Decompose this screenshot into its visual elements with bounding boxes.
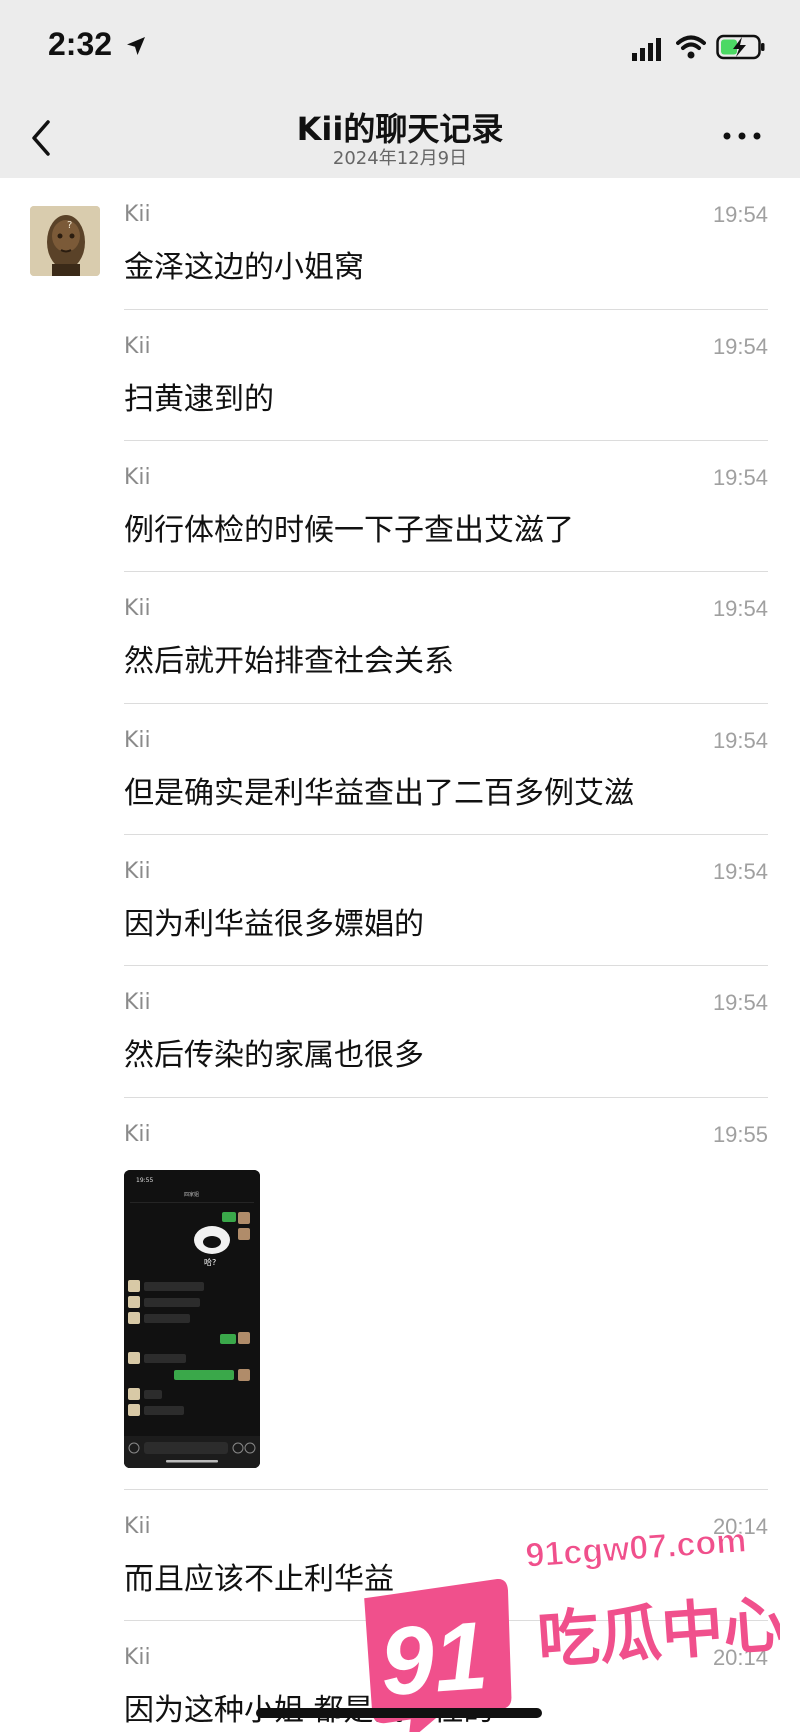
message-time: 19:55 xyxy=(712,1122,768,1147)
message-text: 但是确实是利华益查出了二百多例艾滋 xyxy=(124,776,634,811)
message-time: 19:54 xyxy=(712,334,768,359)
message-sender: Kii xyxy=(124,1122,151,1147)
page-subtitle-date: 2024年12月9日 xyxy=(332,148,468,169)
message-time: 19:54 xyxy=(712,202,768,227)
message-item: Kii 19:54 但是确实是利华益查出了二百多例艾滋 xyxy=(124,704,768,835)
message-sender: Kii xyxy=(124,334,151,359)
message-sender: Kii xyxy=(124,596,151,621)
message-text: 然后传染的家属也很多 xyxy=(124,1038,424,1073)
message-text: 例行体检的时候一下子查出艾滋了 xyxy=(124,513,574,548)
nav-bar: Kii的聊天记录 2024年12月9日 xyxy=(0,96,800,178)
chat-screenshot-thumbnail[interactable]: 19:55 四家姐 哈? xyxy=(124,1170,260,1468)
watermark-name: 吃瓜中心 xyxy=(535,1587,780,1677)
message-time: 19:54 xyxy=(712,728,768,753)
cellular-signal-icon xyxy=(632,38,661,61)
message-item: Kii 19:54 然后传染的家属也很多 xyxy=(124,966,768,1098)
message-item: Kii 19:54 然后就开始排查社会关系 xyxy=(124,572,768,704)
home-indicator xyxy=(256,1708,542,1718)
message-time: 19:54 xyxy=(712,465,768,490)
message-sender: Kii xyxy=(124,990,151,1015)
message-sender: Kii xyxy=(124,728,151,753)
message-text: 扫黄逮到的 xyxy=(124,382,274,417)
message-time: 19:54 xyxy=(712,596,768,621)
status-time: 2:32 xyxy=(48,26,113,62)
message-sender: Kii xyxy=(124,1514,151,1539)
location-arrow-icon xyxy=(127,37,145,55)
message-item: Kii 19:54 扫黄逮到的 xyxy=(124,310,768,441)
battery-charging-icon xyxy=(716,34,765,60)
watermark-logo: 91cgw07.com 91 吃瓜中心 xyxy=(364,1521,780,1732)
thumb-time: 19:55 xyxy=(136,1177,153,1184)
message-item: Kii 19:54 金泽这边的小姐窝 xyxy=(124,178,768,310)
watermark-number: 91 xyxy=(377,1602,491,1716)
message-item-image: Kii 19:55 19:55 四家姐 哈? xyxy=(124,1098,768,1490)
status-bar: 2:32 xyxy=(0,0,800,96)
message-item: Kii 19:54 例行体检的时候一下子查出艾滋了 xyxy=(124,441,768,572)
message-text: 而且应该不止利华益 xyxy=(124,1562,394,1597)
more-icon[interactable] xyxy=(720,126,764,146)
thumb-emoji-caption: 哈? xyxy=(204,1257,216,1267)
message-text: 金泽这边的小姐窝 xyxy=(124,250,364,285)
message-time: 19:54 xyxy=(712,859,768,884)
avatar[interactable]: ? xyxy=(30,206,100,276)
message-sender: Kii xyxy=(124,1645,151,1670)
message-sender: Kii xyxy=(124,202,151,227)
message-text: 因为利华益很多嫖娼的 xyxy=(124,907,424,942)
wifi-icon xyxy=(676,35,706,59)
message-time: 19:54 xyxy=(712,990,768,1015)
message-text: 然后就开始排查社会关系 xyxy=(124,644,454,679)
message-sender: Kii xyxy=(124,859,151,884)
message-item: Kii 19:54 因为利华益很多嫖娼的 xyxy=(124,835,768,966)
svg-text:?: ? xyxy=(67,220,72,231)
watermark-domain: 91cgw07.com xyxy=(524,1522,747,1575)
message-sender: Kii xyxy=(124,465,151,490)
thumb-title: 四家姐 xyxy=(184,1191,199,1198)
